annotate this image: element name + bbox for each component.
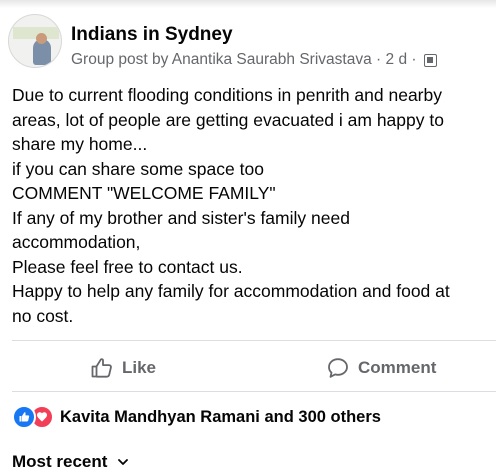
post-time[interactable]: 2 d — [386, 51, 408, 69]
chevron-down-icon — [118, 459, 129, 465]
post-body-line: share my home... — [12, 134, 148, 154]
comment-bubble-icon — [328, 358, 348, 378]
like-reaction-icon — [12, 405, 36, 429]
meta-separator: · — [411, 51, 417, 68]
post-body-line: if you can share some space too — [12, 158, 264, 179]
avatar-head — [36, 33, 47, 44]
comment-label: Comment — [358, 358, 437, 377]
like-button[interactable]: Like — [90, 355, 156, 381]
divider-bottom — [12, 391, 496, 392]
members-icon — [423, 53, 437, 67]
comment-button[interactable]: Comment — [326, 355, 436, 381]
post-body-line: COMMENT "WELCOME FAMILY" — [12, 183, 276, 203]
like-reaction-glyph — [19, 412, 30, 422]
post-body-line: areas, lot of people are getting evacuat… — [12, 109, 444, 130]
post-header: Indians in Sydney Group post by Anantika… — [8, 14, 488, 74]
thumbs-up-icon — [91, 358, 112, 378]
divider-top — [12, 340, 496, 341]
post-body-line: Happy to help any family for accommodati… — [12, 281, 450, 301]
love-reaction-glyph — [37, 412, 47, 422]
comment-sort-dropdown[interactable]: Most recent — [12, 452, 129, 472]
post-meta: Group post by Anantika Saurabh Srivastav… — [71, 51, 437, 69]
author-line[interactable]: Group post by Anantika Saurabh Srivastav… — [71, 51, 372, 69]
meta-separator: · — [376, 51, 382, 68]
group-avatar[interactable] — [8, 14, 62, 68]
top-edge-shadow — [0, 0, 496, 8]
post-body-line: Please feel free to contact us. — [12, 256, 243, 277]
sort-label: Most recent — [12, 452, 108, 471]
reactions-row[interactable]: Kavita Mandhyan Ramani and 300 others — [12, 405, 381, 429]
post-body-line: no cost. — [12, 305, 74, 326]
like-label: Like — [122, 358, 157, 377]
action-bar: Like Comment — [0, 345, 496, 389]
post-body-line: accommodation, — [12, 232, 141, 252]
post-body-line: Due to current flooding conditions in pe… — [12, 85, 442, 105]
post-body-line: If any of my brother and sister's family… — [12, 207, 350, 228]
post-body: Due to current flooding conditions in pe… — [12, 83, 496, 328]
group-name-link[interactable]: Indians in Sydney — [71, 24, 233, 46]
reaction-summary[interactable]: Kavita Mandhyan Ramani and 300 others — [60, 408, 381, 427]
